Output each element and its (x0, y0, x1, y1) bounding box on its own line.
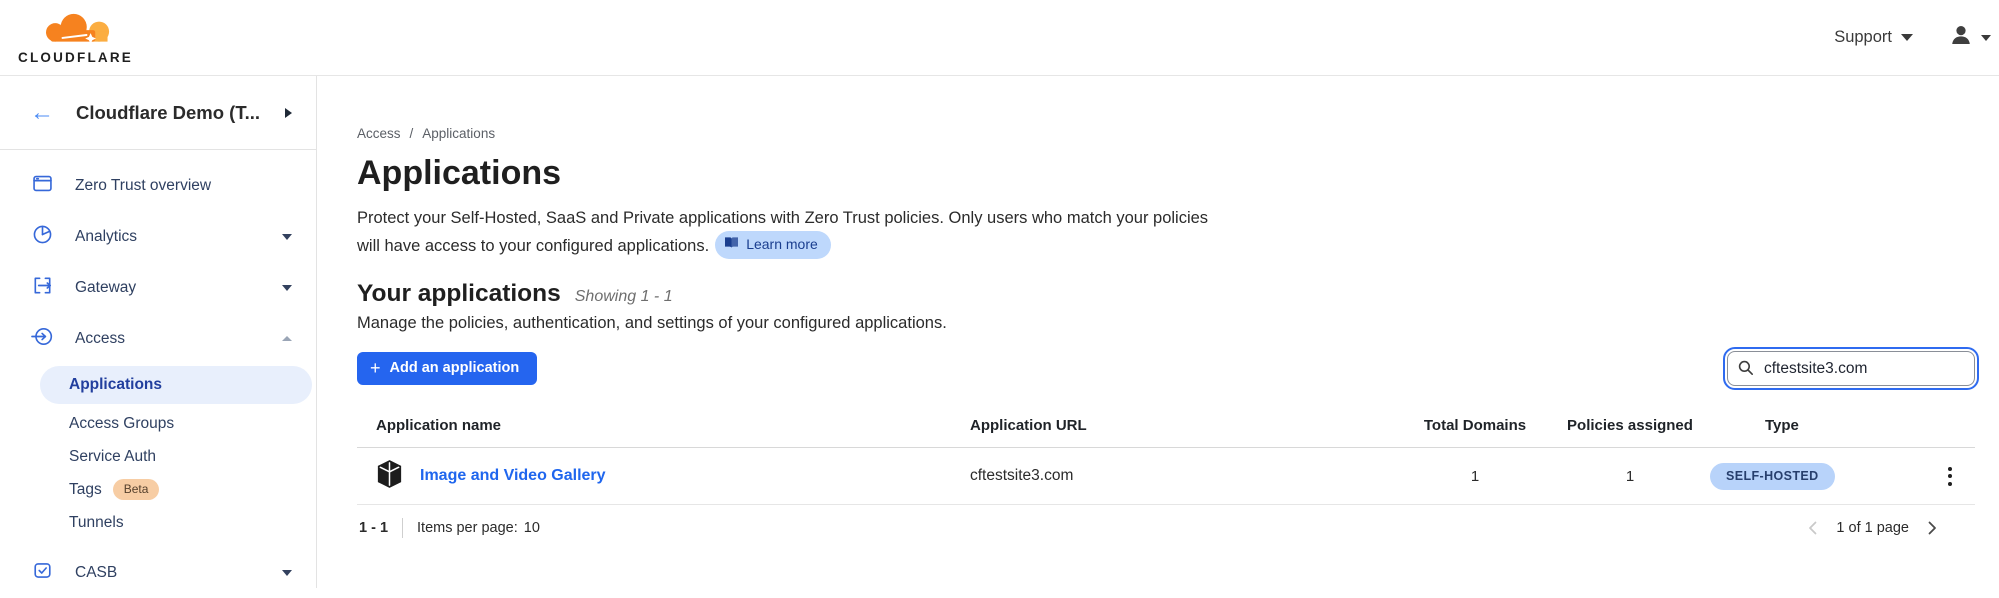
search-container (1727, 351, 1975, 386)
chevron-down-icon (282, 570, 292, 576)
breadcrumb-separator: / (410, 126, 414, 141)
cloudflare-cloud-icon (26, 10, 126, 49)
chevron-down-icon (282, 234, 292, 240)
learn-more-button[interactable]: Learn more (715, 231, 831, 259)
book-icon (724, 234, 739, 255)
policies-assigned-value: 1 (1550, 468, 1710, 485)
app-cube-icon (376, 460, 403, 493)
chevron-up-icon (282, 336, 292, 341)
sidebar-item-label: Gateway (75, 279, 261, 297)
chevron-right-icon[interactable] (285, 108, 292, 118)
add-application-label: Add an application (390, 360, 520, 376)
support-menu[interactable]: Support (1834, 28, 1913, 47)
sidebar-item-label: Service Auth (69, 448, 156, 466)
application-url: cftestsite3.com (970, 467, 1400, 485)
sidebar-item-tunnels[interactable]: Tunnels (0, 506, 316, 539)
previous-page-chevron[interactable] (1806, 520, 1820, 536)
search-input[interactable] (1727, 351, 1975, 386)
sidebar-item-access[interactable]: Access (0, 313, 316, 364)
access-subnav: Applications Access Groups Service Auth … (0, 366, 316, 539)
type-badge: SELF-HOSTED (1710, 463, 1835, 490)
checkbox-check-icon (31, 559, 54, 587)
total-domains-value: 1 (1400, 468, 1550, 485)
sidebar-item-service-auth[interactable]: Service Auth (0, 440, 316, 473)
sidebar-nav: Zero Trust overview Analytics (0, 150, 316, 598)
chevron-down-icon (1901, 34, 1913, 41)
top-header: CLOUDFLARE Support (0, 0, 1999, 76)
table-row: Image and Video Gallery cftestsite3.com … (357, 448, 1975, 505)
application-name-link[interactable]: Image and Video Gallery (420, 467, 606, 485)
back-arrow-icon[interactable]: ← (30, 101, 54, 125)
sidebar-item-analytics[interactable]: Analytics (0, 211, 316, 262)
breadcrumb-access[interactable]: Access (357, 126, 401, 141)
learn-more-label: Learn more (746, 234, 818, 255)
table-header-row: Application name Application URL Total D… (357, 411, 1975, 448)
user-account-menu[interactable] (1949, 23, 1991, 52)
user-icon (1949, 23, 1973, 52)
search-icon (1737, 359, 1755, 382)
sidebar-item-gateway[interactable]: Gateway (0, 262, 316, 313)
next-page-chevron[interactable] (1925, 520, 1939, 536)
breadcrumb-applications: Applications (422, 126, 495, 141)
items-per-page-value[interactable]: 10 (524, 520, 540, 536)
items-range: 1 - 1 (359, 520, 388, 536)
column-application-name: Application name (357, 417, 970, 434)
sidebar-item-label: Zero Trust overview (75, 177, 292, 195)
applications-toolbar: + Add an application (357, 351, 1975, 386)
cloudflare-logo[interactable]: CLOUDFLARE (18, 10, 133, 65)
sidebar-item-applications[interactable]: Applications (40, 366, 312, 404)
column-policies-assigned: Policies assigned (1550, 417, 1710, 434)
page-title: Applications (357, 154, 1975, 193)
section-subtext: Manage the policies, authentication, and… (357, 314, 1975, 333)
sidebar-item-zero-trust-overview[interactable]: Zero Trust overview (0, 160, 316, 211)
page-indicator: 1 of 1 page (1836, 520, 1909, 536)
sidebar-item-access-groups[interactable]: Access Groups (0, 407, 316, 440)
sidebar-item-casb[interactable]: CASB (0, 547, 316, 598)
sidebar-item-label: Access Groups (69, 415, 174, 433)
applications-table: Application name Application URL Total D… (357, 411, 1975, 538)
sidebar-item-label: CASB (75, 564, 261, 582)
gateway-icon (31, 274, 54, 302)
account-switcher: ← Cloudflare Demo (T... (0, 76, 316, 150)
sidebar: ← Cloudflare Demo (T... Zero Trust overv… (0, 76, 317, 588)
main-content: Access / Applications Applications Prote… (317, 76, 1999, 588)
sidebar-item-label: Applications (69, 376, 162, 394)
account-name: Cloudflare Demo (T... (76, 102, 263, 124)
showing-count: Showing 1 - 1 (575, 288, 673, 306)
section-heading: Your applications (357, 280, 561, 308)
overview-window-icon (31, 172, 54, 200)
page-description: Protect your Self-Hosted, SaaS and Priva… (357, 206, 1229, 259)
column-application-url: Application URL (970, 417, 1400, 434)
beta-badge: Beta (113, 479, 160, 500)
chevron-down-icon (1981, 35, 1991, 41)
sidebar-item-label: Tags (69, 481, 102, 499)
access-login-icon (31, 325, 54, 353)
sidebar-item-tags[interactable]: Tags Beta (0, 473, 316, 506)
row-actions-kebab-menu[interactable] (1925, 463, 1975, 490)
pagination: 1 of 1 page (1806, 520, 1973, 536)
column-type: Type (1710, 417, 1925, 434)
sidebar-item-label: Analytics (75, 228, 261, 246)
column-total-domains: Total Domains (1400, 417, 1550, 434)
sidebar-item-label: Access (75, 330, 261, 348)
items-per-page-label: Items per page: (417, 520, 518, 536)
add-application-button[interactable]: + Add an application (357, 352, 537, 385)
support-label: Support (1834, 28, 1892, 47)
table-footer: 1 - 1 Items per page: 10 1 of 1 page (357, 505, 1975, 538)
pie-chart-icon (31, 223, 54, 251)
sidebar-item-label: Tunnels (69, 514, 124, 532)
cloudflare-wordmark: CLOUDFLARE (18, 50, 133, 65)
chevron-down-icon (282, 285, 292, 291)
breadcrumb: Access / Applications (357, 126, 1975, 141)
divider (402, 518, 403, 538)
plus-icon: + (370, 359, 381, 377)
